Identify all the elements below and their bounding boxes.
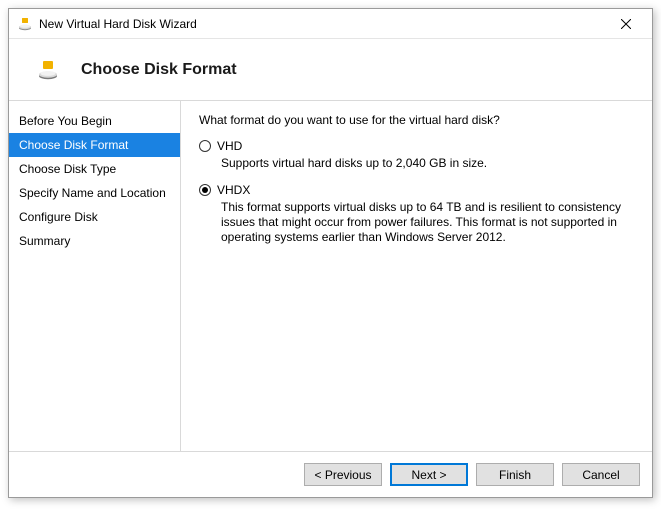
wizard-body: Before You Begin Choose Disk Format Choo… bbox=[9, 101, 652, 451]
window-title: New Virtual Hard Disk Wizard bbox=[39, 17, 606, 31]
cancel-button[interactable]: Cancel bbox=[562, 463, 640, 486]
step-sidebar: Before You Begin Choose Disk Format Choo… bbox=[9, 101, 181, 451]
page-title: Choose Disk Format bbox=[81, 61, 237, 79]
wizard-header: Choose Disk Format bbox=[9, 39, 652, 101]
close-button[interactable] bbox=[606, 10, 646, 38]
radio-vhdx[interactable] bbox=[199, 184, 211, 196]
step-choose-disk-type[interactable]: Choose Disk Type bbox=[9, 157, 180, 181]
step-choose-disk-format[interactable]: Choose Disk Format bbox=[9, 133, 180, 157]
titlebar: New Virtual Hard Disk Wizard bbox=[9, 9, 652, 39]
option-vhdx-label: VHDX bbox=[217, 183, 250, 197]
finish-button[interactable]: Finish bbox=[476, 463, 554, 486]
disk-icon bbox=[37, 59, 59, 81]
app-icon bbox=[17, 16, 33, 32]
wizard-window: New Virtual Hard Disk Wizard Choose Disk… bbox=[8, 8, 653, 498]
step-before-you-begin[interactable]: Before You Begin bbox=[9, 109, 180, 133]
option-vhd-description: Supports virtual hard disks up to 2,040 … bbox=[221, 156, 638, 171]
option-vhd[interactable]: VHD Supports virtual hard disks up to 2,… bbox=[199, 139, 638, 171]
next-button[interactable]: Next > bbox=[390, 463, 468, 486]
step-summary[interactable]: Summary bbox=[9, 229, 180, 253]
step-specify-name-location[interactable]: Specify Name and Location bbox=[9, 181, 180, 205]
format-prompt: What format do you want to use for the v… bbox=[199, 113, 638, 127]
content-pane: What format do you want to use for the v… bbox=[181, 101, 652, 451]
option-vhd-label: VHD bbox=[217, 139, 242, 153]
option-vhdx-description: This format supports virtual disks up to… bbox=[221, 200, 638, 245]
wizard-footer: < Previous Next > Finish Cancel bbox=[9, 451, 652, 497]
previous-button[interactable]: < Previous bbox=[304, 463, 382, 486]
step-configure-disk[interactable]: Configure Disk bbox=[9, 205, 180, 229]
radio-vhd[interactable] bbox=[199, 140, 211, 152]
option-vhdx[interactable]: VHDX This format supports virtual disks … bbox=[199, 183, 638, 245]
